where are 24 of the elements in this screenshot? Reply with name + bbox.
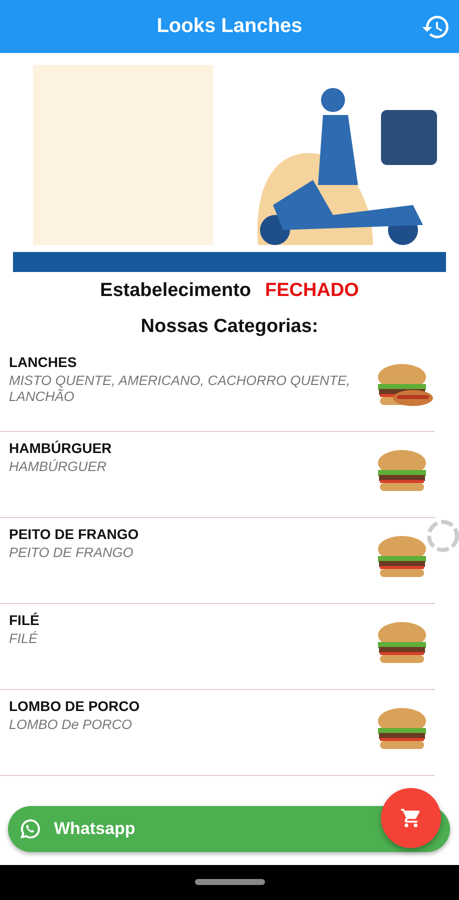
category-description: FILÉ	[9, 631, 39, 648]
loading-spinner-icon	[425, 518, 459, 554]
home-handle[interactable]	[195, 879, 265, 885]
cart-button[interactable]	[381, 788, 441, 848]
status-label: Estabelecimento	[100, 280, 252, 302]
category-description: HAMBÚRGUER	[9, 459, 108, 476]
category-name: LANCHES	[9, 354, 78, 370]
category-item[interactable]: HAMBÚRGUER HAMBÚRGUER	[0, 432, 435, 518]
category-item[interactable]: FILÉ FILÉ	[0, 604, 435, 690]
category-description: MISTO QUENTE, AMERICANO, CACHORRO QUENTE, LANCHÃO	[9, 373, 352, 406]
status-value: FECHADO	[265, 280, 359, 302]
category-name: PEITO DE FRANGO	[9, 526, 140, 542]
category-description: LOMBO De PORCO	[9, 717, 134, 734]
category-item[interactable]: PEITO DE FRANGO PEITO DE FRANGO	[0, 518, 435, 604]
section-title: Nossas Categorias:	[140, 316, 320, 338]
chat-bubble-phone-icon	[18, 817, 42, 841]
category-name: HAMBÚRGUER	[9, 440, 113, 456]
category-name: LOMBO DE PORCO	[9, 698, 141, 714]
category-item[interactable]: LANCHES MISTO QUENTE, AMERICANO, CACHORRO QUENTE, LANCHÃO	[0, 346, 435, 432]
category-name: FILÉ	[9, 612, 40, 628]
app-title: Looks Lanches	[156, 15, 302, 38]
category-description: PEITO DE FRANGO	[9, 545, 134, 562]
cart-icon	[400, 807, 422, 829]
category-item[interactable]: LOMBO DE PORCO LOMBO De PORCO	[0, 690, 435, 776]
